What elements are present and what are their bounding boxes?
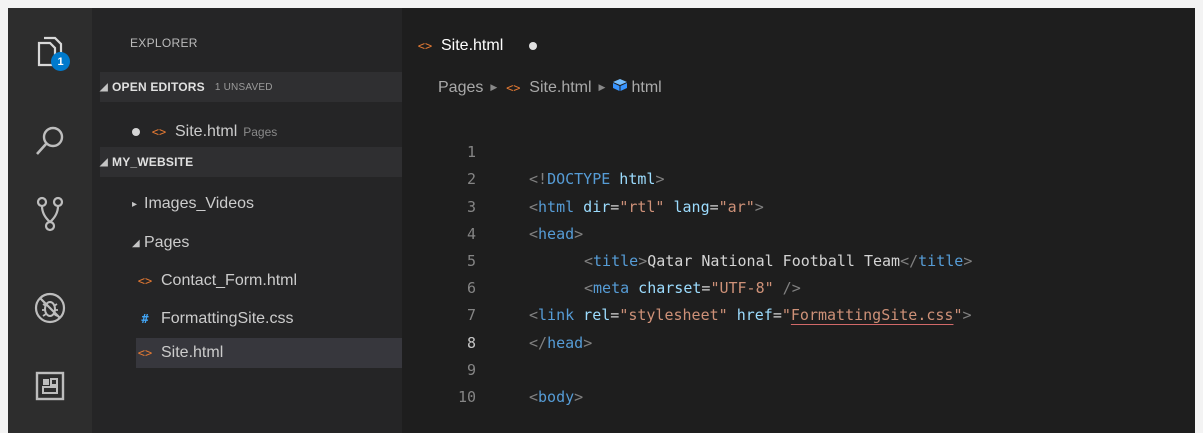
search-icon[interactable] — [28, 119, 72, 163]
open-editors-label: OPEN EDITORS — [112, 80, 205, 94]
open-editor-item[interactable]: <> Site.html Pages — [132, 117, 402, 147]
code-line: 4 <title>Qatar National Football Team</t… — [402, 194, 1195, 270]
html-file-icon: <> — [137, 346, 153, 360]
html-file-icon: <> — [151, 125, 167, 139]
vscode-window: 1 EXPLORER ◢ OPEN EDITORS 1 UNSAVED <> S… — [8, 8, 1195, 433]
chevron-down-icon: ◢ — [100, 81, 108, 93]
open-editor-folder: Pages — [243, 125, 278, 139]
unsaved-dot-icon[interactable] — [529, 42, 538, 50]
code-line: 8 — [402, 302, 1195, 352]
code-line: 1 <!DOCTYPE html> — [402, 112, 1195, 188]
breadcrumb: Pages ▶ <> Site.html ▶ html — [438, 78, 662, 97]
chevron-right-icon: ▶ — [490, 82, 498, 92]
chevron-right-icon: ▶ — [598, 82, 606, 92]
breadcrumb-item[interactable]: Site.html — [529, 79, 591, 97]
extensions-icon[interactable] — [28, 364, 72, 408]
css-file-icon: # — [141, 312, 149, 326]
open-editors-header[interactable]: ◢ OPEN EDITORS 1 UNSAVED — [100, 72, 402, 102]
tab-site-html[interactable]: <> Site.html — [416, 28, 538, 64]
sidebar-title: EXPLORER — [130, 36, 198, 50]
element-cube-icon — [612, 78, 628, 97]
tab-label: Site.html — [441, 37, 504, 54]
code-line: 2 <html dir="rtl" lang="ar"> — [402, 139, 1195, 215]
code-line: 6 <link rel="stylesheet" href="Formattin… — [402, 248, 1195, 324]
file-site-html[interactable]: <> Site.html — [136, 338, 402, 368]
chevron-right-icon: ▸ — [132, 198, 138, 210]
breadcrumb-item[interactable]: html — [631, 79, 661, 97]
project-label: MY_WEBSITE — [112, 155, 194, 169]
explorer-sidebar: EXPLORER ◢ OPEN EDITORS 1 UNSAVED <> Sit… — [92, 8, 402, 433]
file-contact-form[interactable]: <> Contact_Form.html — [136, 266, 402, 296]
code-text: <body> — [529, 387, 584, 406]
folder-images-videos[interactable]: ▸ Images_Videos — [132, 189, 402, 219]
source-control-icon[interactable] — [28, 192, 72, 236]
line-number: 10 — [457, 387, 476, 406]
folder-pages[interactable]: ◢ Pages — [132, 228, 402, 258]
code-line: 9 <body> — [402, 330, 1195, 406]
unsaved-count: 1 UNSAVED — [214, 81, 273, 93]
explorer-badge: 1 — [51, 52, 70, 71]
chevron-down-icon: ◢ — [132, 237, 140, 249]
debug-icon[interactable] — [28, 286, 72, 330]
code-editor[interactable]: 1 <!DOCTYPE html> 2 <html dir="rtl" lang… — [402, 112, 1195, 406]
code-line: 7 </head> — [402, 275, 1195, 351]
explorer-icon[interactable]: 1 — [28, 30, 72, 74]
code-line: 3 <head> — [402, 166, 1195, 243]
code-line: 10 — [402, 357, 1195, 406]
file-name: Contact_Form.html — [161, 272, 298, 289]
folder-name: Images_Videos — [144, 195, 254, 212]
tab-bar: <> Site.html — [402, 8, 1195, 70]
unsaved-dot-icon — [132, 128, 140, 136]
project-header[interactable]: ◢ MY_WEBSITE — [100, 147, 402, 177]
activity-bar: 1 — [8, 8, 92, 433]
folder-name: Pages — [144, 234, 190, 251]
html-file-icon: <> — [137, 274, 153, 288]
editor-area: <> Site.html Pages ▶ <> Site.html ▶ html… — [402, 8, 1195, 433]
html-file-icon: <> — [417, 39, 433, 53]
file-formatting-css[interactable]: # FormattingSite.css — [136, 304, 402, 334]
file-name: Site.html — [161, 344, 224, 361]
file-name: FormattingSite.css — [161, 310, 294, 327]
code-line: 5 <meta charset="UTF-8" /> — [402, 221, 1195, 297]
chevron-down-icon: ◢ — [100, 156, 108, 168]
open-editor-name: Site.html — [175, 123, 238, 140]
breadcrumb-item[interactable]: Pages — [438, 79, 483, 97]
html-file-icon: <> — [506, 80, 521, 95]
